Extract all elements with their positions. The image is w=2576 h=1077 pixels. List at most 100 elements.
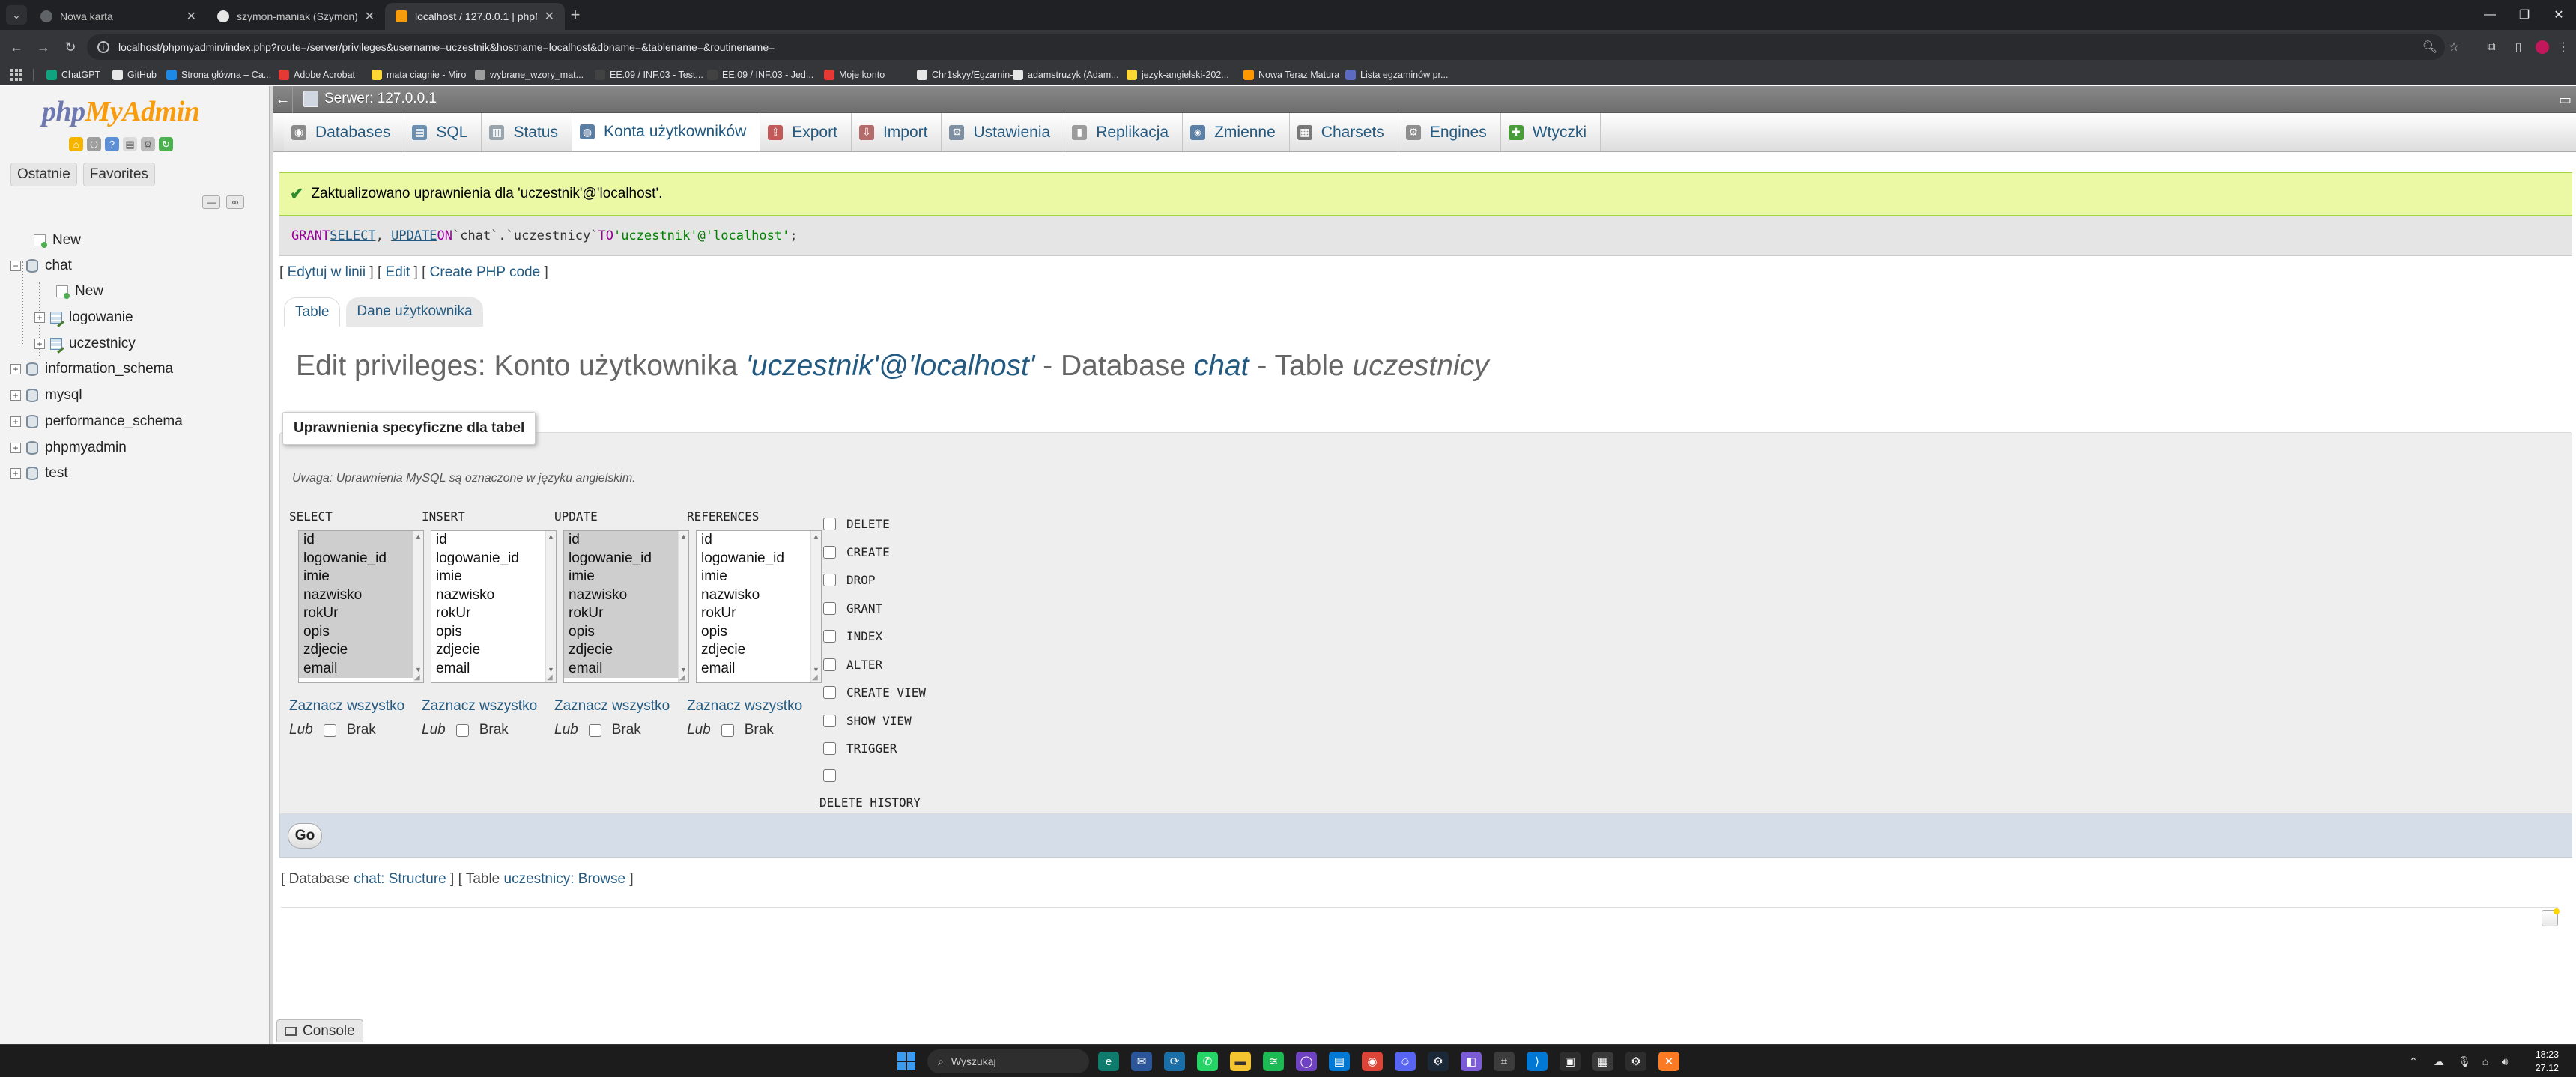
forward-button[interactable]: →: [33, 37, 54, 58]
docs-icon[interactable]: ▤: [123, 137, 137, 151]
privilege-checkbox-row[interactable]: GRANT: [823, 601, 882, 616]
privilege-checkbox[interactable]: [823, 574, 836, 586]
more-menu-icon[interactable]: ⋮: [2553, 37, 2574, 58]
calculator-icon[interactable]: ▦: [1592, 1052, 1613, 1071]
column-option[interactable]: imie: [431, 568, 556, 586]
bookmark-item[interactable]: wybrane_wzory_mat...: [475, 67, 584, 82]
tab-plugins[interactable]: ✚ Wtyczki: [1500, 113, 1601, 151]
new-tab-button[interactable]: +: [565, 4, 586, 25]
help-icon[interactable]: ?: [105, 137, 119, 151]
select-all-link[interactable]: Zaznacz wszystko: [289, 698, 404, 715]
bookmark-item[interactable]: Chr1skyy/Egzamin-...: [917, 67, 1021, 82]
bookmark-item[interactable]: Adobe Acrobat: [279, 67, 355, 82]
privilege-checkbox-row[interactable]: DROP: [823, 573, 876, 587]
tab-settings[interactable]: ⚙ Ustawienia: [942, 113, 1065, 151]
column-option[interactable]: id: [431, 531, 556, 550]
bookmark-item[interactable]: Strona główna – Ca...: [166, 67, 271, 82]
column-option[interactable]: zdjecie: [697, 641, 821, 660]
privilege-checkbox-row[interactable]: SHOW VIEW: [823, 714, 912, 728]
privilege-checkbox[interactable]: [823, 742, 836, 755]
profile-avatar[interactable]: [2532, 37, 2553, 58]
browser-tab[interactable]: szymon-maniak (Szymon) ✕: [207, 3, 385, 30]
network-icon[interactable]: ⌂: [2476, 1052, 2494, 1070]
tab-charsets[interactable]: ▦ Charsets: [1289, 113, 1398, 151]
privilege-checkbox-row[interactable]: DELETE: [823, 517, 890, 531]
expand-icon[interactable]: +: [10, 443, 21, 453]
column-option[interactable]: id: [564, 531, 688, 550]
column-option[interactable]: nazwisko: [431, 586, 556, 605]
maximize-button[interactable]: ❐: [2507, 0, 2542, 30]
edit-inline-link[interactable]: Edytuj w linii: [288, 264, 366, 280]
terminal-icon[interactable]: ▣: [1560, 1052, 1581, 1071]
privilege-checkbox[interactable]: [823, 658, 836, 671]
browser-tab[interactable]: Nowa karta ✕: [30, 3, 207, 30]
server-breadcrumb[interactable]: Serwer: 127.0.0.1: [303, 91, 437, 107]
page-settings-icon[interactable]: [2542, 908, 2560, 926]
link-with-main-icon[interactable]: ∞: [226, 195, 244, 209]
tab-engines[interactable]: ⚙ Engines: [1398, 113, 1501, 151]
gear-icon[interactable]: ⚙: [141, 137, 155, 151]
listbox-scrollbar[interactable]: [810, 531, 821, 682]
edit-link[interactable]: Edit: [386, 264, 410, 280]
tree-item-information-schema[interactable]: + information_schema: [10, 359, 173, 380]
privilege-checkbox[interactable]: [823, 769, 836, 782]
minimize-button[interactable]: —: [2473, 0, 2507, 30]
logout-icon[interactable]: ⏻: [87, 137, 101, 151]
bookmark-item[interactable]: EE.09 / INF.03 - Test...: [595, 67, 703, 82]
privilege-checkbox-row[interactable]: ALTER: [823, 658, 882, 672]
tab-user-data[interactable]: Dane użytkownika: [346, 297, 483, 327]
tree-item-new[interactable]: New: [33, 230, 81, 251]
extensions-icon[interactable]: ⧉: [2481, 37, 2502, 58]
reload-button[interactable]: ↻: [60, 37, 81, 58]
tree-item-test[interactable]: + test: [10, 463, 68, 484]
zoom-icon[interactable]: 🔍︎: [2419, 37, 2440, 58]
start-button[interactable]: [896, 1052, 917, 1071]
column-option[interactable]: logowanie_id: [697, 550, 821, 568]
apps-grid-icon[interactable]: [10, 69, 22, 81]
privilege-checkbox[interactable]: [823, 630, 836, 643]
tab-sql[interactable]: ▤ SQL: [404, 113, 482, 151]
settings-icon[interactable]: ⚙: [1625, 1052, 1646, 1071]
collapse-all-icon[interactable]: —: [202, 195, 220, 209]
bookmark-item[interactable]: GitHub: [112, 67, 157, 82]
privilege-checkbox[interactable]: [823, 546, 836, 559]
bookmark-item[interactable]: EE.09 / INF.03 - Jed...: [707, 67, 813, 82]
phpmyadmin-logo[interactable]: phpMyAdmin: [42, 95, 200, 128]
tree-item-mysql[interactable]: + mysql: [10, 385, 82, 406]
select-columns-listbox[interactable]: id logowanie_id imie nazwisko rokUr opis zdjec…: [298, 530, 424, 683]
close-window-button[interactable]: ✕: [2542, 0, 2576, 30]
app-icon[interactable]: ◯: [1296, 1052, 1317, 1071]
volume-icon[interactable]: 🔊︎: [2496, 1052, 2514, 1070]
tab-replication[interactable]: ▮ Replikacja: [1064, 113, 1184, 151]
expand-icon[interactable]: +: [34, 312, 45, 323]
bookmark-item[interactable]: Lista egzaminów pr...: [1345, 67, 1448, 82]
xampp-icon[interactable]: ✕: [1658, 1052, 1679, 1071]
app3-icon[interactable]: ⌗: [1494, 1052, 1515, 1071]
tree-item-chat-new[interactable]: New: [55, 281, 103, 302]
column-option[interactable]: rokUr: [564, 604, 688, 623]
column-option[interactable]: rokUr: [697, 604, 821, 623]
column-option[interactable]: opis: [697, 623, 821, 642]
update-columns-listbox[interactable]: id logowanie_id imie nazwisko rokUr opis zdjec…: [563, 530, 689, 683]
favorites-tab[interactable]: Favorites: [82, 163, 155, 186]
address-bar[interactable]: i localhost/phpmyadmin/index.php?route=/…: [87, 34, 2445, 60]
column-option[interactable]: opis: [299, 622, 423, 641]
privilege-checkbox-row[interactable]: CREATE VIEW: [823, 685, 926, 700]
sidebar-icon[interactable]: ▯: [2508, 37, 2529, 58]
tree-item-chat[interactable]: − chat: [10, 255, 72, 276]
privilege-checkbox-row[interactable]: [823, 769, 846, 782]
arrow-left-icon[interactable]: ←: [273, 86, 293, 113]
discord-icon[interactable]: ☺: [1395, 1052, 1416, 1071]
edge-icon[interactable]: e: [1098, 1052, 1119, 1071]
column-option[interactable]: nazwisko: [697, 586, 821, 605]
create-php-code-link[interactable]: Create PHP code: [430, 264, 541, 280]
select-all-link[interactable]: Zaznacz wszystko: [554, 698, 670, 715]
column-option[interactable]: opis: [431, 623, 556, 642]
column-option[interactable]: imie: [564, 568, 688, 586]
file-explorer-icon[interactable]: ▬: [1230, 1052, 1251, 1071]
column-option[interactable]: email: [564, 659, 688, 678]
column-option[interactable]: email: [299, 659, 423, 678]
close-icon[interactable]: ✕: [545, 9, 554, 24]
expand-icon[interactable]: +: [10, 468, 21, 479]
expand-icon[interactable]: +: [10, 416, 21, 427]
